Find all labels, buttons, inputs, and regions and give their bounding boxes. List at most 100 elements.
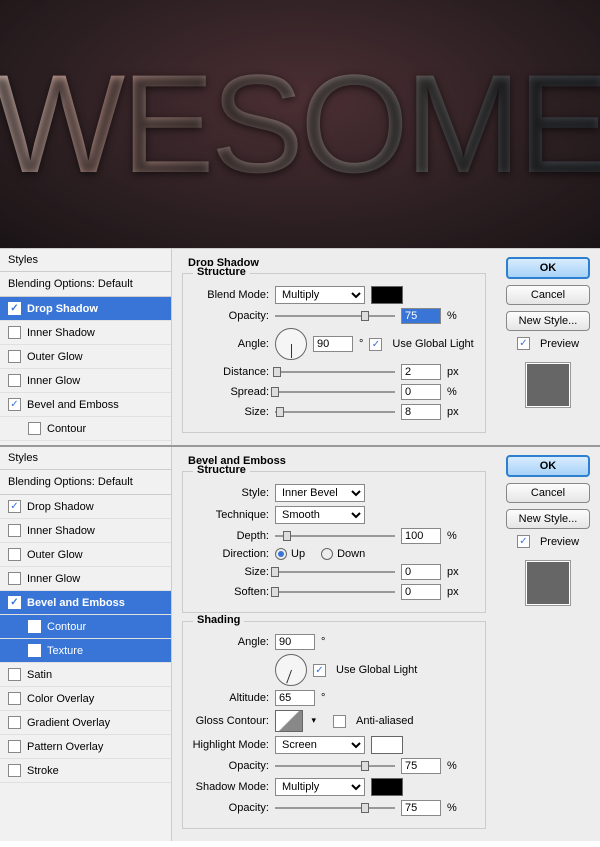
style-item-outer-glow[interactable]: Outer Glow bbox=[0, 543, 171, 567]
style-item-bevel-and-emboss[interactable]: Bevel and Emboss bbox=[0, 393, 171, 417]
highlight-color-swatch[interactable] bbox=[371, 736, 403, 754]
preview-checkbox[interactable]: Preview bbox=[517, 337, 579, 350]
style-item-label: Stroke bbox=[27, 765, 59, 777]
shadow-opacity-input[interactable] bbox=[401, 800, 441, 816]
opacity-slider[interactable] bbox=[275, 315, 395, 317]
use-global-light[interactable]: Use Global Light bbox=[369, 338, 473, 351]
depth-slider[interactable] bbox=[275, 535, 395, 537]
styles-list: Styles Blending Options: Default Drop Sh… bbox=[0, 447, 172, 841]
style-item-texture[interactable]: Texture bbox=[0, 639, 171, 663]
gloss-contour-picker[interactable] bbox=[275, 710, 303, 732]
checkbox-icon[interactable] bbox=[8, 398, 21, 411]
bevel-size-slider[interactable] bbox=[275, 571, 395, 573]
angle-input[interactable] bbox=[313, 336, 353, 352]
ok-button[interactable]: OK bbox=[506, 455, 590, 477]
checkbox-icon[interactable] bbox=[8, 374, 21, 387]
checkbox-icon[interactable] bbox=[28, 644, 41, 657]
size-input[interactable] bbox=[401, 404, 441, 420]
checkbox-icon[interactable] bbox=[8, 302, 21, 315]
style-item-stroke[interactable]: Stroke bbox=[0, 759, 171, 783]
shadow-color-swatch[interactable] bbox=[371, 286, 403, 304]
angle-dial[interactable] bbox=[275, 328, 307, 360]
shadow-mode-select[interactable]: Multiply bbox=[275, 778, 365, 796]
style-item-color-overlay[interactable]: Color Overlay bbox=[0, 687, 171, 711]
structure-fieldset: Structure Blend Mode: Multiply Opacity: … bbox=[182, 273, 486, 433]
technique-select[interactable]: Smooth bbox=[275, 506, 365, 524]
highlight-mode-select[interactable]: Screen bbox=[275, 736, 365, 754]
style-item-inner-shadow[interactable]: Inner Shadow bbox=[0, 321, 171, 345]
soften-slider[interactable] bbox=[275, 591, 395, 593]
shadow-color-swatch[interactable] bbox=[371, 778, 403, 796]
checkbox-icon[interactable] bbox=[28, 422, 41, 435]
checkbox-icon[interactable] bbox=[8, 350, 21, 363]
shadow-opacity-slider[interactable] bbox=[275, 807, 395, 809]
new-style-button[interactable]: New Style... bbox=[506, 509, 590, 529]
styles-header[interactable]: Styles bbox=[0, 249, 171, 272]
checkbox-icon[interactable] bbox=[8, 596, 21, 609]
checkbox-icon[interactable] bbox=[8, 716, 21, 729]
checkbox-icon[interactable] bbox=[8, 740, 21, 753]
distance-input[interactable] bbox=[401, 364, 441, 380]
style-item-bevel-and-emboss[interactable]: Bevel and Emboss bbox=[0, 591, 171, 615]
style-item-gradient-overlay[interactable]: Gradient Overlay bbox=[0, 711, 171, 735]
direction-up[interactable]: Up bbox=[275, 548, 305, 560]
checkbox-icon[interactable] bbox=[8, 692, 21, 705]
cancel-button[interactable]: Cancel bbox=[506, 285, 590, 305]
style-item-inner-glow[interactable]: Inner Glow bbox=[0, 369, 171, 393]
styles-header[interactable]: Styles bbox=[0, 447, 171, 470]
direction-down[interactable]: Down bbox=[321, 548, 365, 560]
cancel-button[interactable]: Cancel bbox=[506, 483, 590, 503]
spread-slider[interactable] bbox=[275, 391, 395, 393]
checkbox-icon[interactable] bbox=[8, 326, 21, 339]
spread-input[interactable] bbox=[401, 384, 441, 400]
new-style-button[interactable]: New Style... bbox=[506, 311, 590, 331]
depth-input[interactable] bbox=[401, 528, 441, 544]
style-item-label: Inner Shadow bbox=[27, 525, 95, 537]
style-item-drop-shadow[interactable]: Drop Shadow bbox=[0, 495, 171, 519]
style-item-outer-glow[interactable]: Outer Glow bbox=[0, 345, 171, 369]
style-select[interactable]: Inner Bevel bbox=[275, 484, 365, 502]
altitude-input[interactable] bbox=[275, 690, 315, 706]
settings-area: Bevel and Emboss Structure Style: Inner … bbox=[172, 447, 496, 841]
hero-preview: WESOME bbox=[0, 0, 600, 248]
highlight-opacity-slider[interactable] bbox=[275, 765, 395, 767]
hero-text: WESOME bbox=[0, 43, 600, 205]
distance-slider[interactable] bbox=[275, 371, 395, 373]
shading-angle-input[interactable] bbox=[275, 634, 315, 650]
style-item-contour[interactable]: Contour bbox=[0, 417, 171, 441]
layer-style-panel-1: Styles Blending Options: Default Drop Sh… bbox=[0, 248, 600, 445]
anti-aliased[interactable]: Anti-aliased bbox=[333, 715, 413, 728]
style-item-pattern-overlay[interactable]: Pattern Overlay bbox=[0, 735, 171, 759]
soften-input[interactable] bbox=[401, 584, 441, 600]
style-item-inner-shadow[interactable]: Inner Shadow bbox=[0, 519, 171, 543]
size-slider[interactable] bbox=[275, 411, 395, 413]
style-item-label: Inner Glow bbox=[27, 573, 80, 585]
checkbox-icon[interactable] bbox=[8, 572, 21, 585]
style-item-label: Bevel and Emboss bbox=[27, 597, 125, 609]
opacity-input[interactable] bbox=[401, 308, 441, 324]
style-item-drop-shadow[interactable]: Drop Shadow bbox=[0, 297, 171, 321]
style-item-inner-glow[interactable]: Inner Glow bbox=[0, 567, 171, 591]
bevel-size-input[interactable] bbox=[401, 564, 441, 580]
checkbox-icon[interactable] bbox=[8, 764, 21, 777]
blendmode-label: Blend Mode: bbox=[189, 289, 269, 301]
blending-options[interactable]: Blending Options: Default bbox=[0, 272, 171, 297]
shading-angle-dial[interactable] bbox=[275, 654, 307, 686]
blending-options[interactable]: Blending Options: Default bbox=[0, 470, 171, 495]
checkbox-icon[interactable] bbox=[8, 500, 21, 513]
styles-list: Styles Blending Options: Default Drop Sh… bbox=[0, 249, 172, 445]
preview-checkbox[interactable]: Preview bbox=[517, 535, 579, 548]
shading-use-global[interactable]: Use Global Light bbox=[313, 664, 417, 677]
style-item-label: Drop Shadow bbox=[27, 303, 98, 315]
opacity-unit: % bbox=[447, 310, 457, 322]
highlight-opacity-input[interactable] bbox=[401, 758, 441, 774]
checkbox-icon[interactable] bbox=[8, 668, 21, 681]
checkbox-icon[interactable] bbox=[28, 620, 41, 633]
style-item-label: Inner Glow bbox=[27, 375, 80, 387]
style-item-satin[interactable]: Satin bbox=[0, 663, 171, 687]
blendmode-select[interactable]: Multiply bbox=[275, 286, 365, 304]
style-item-contour[interactable]: Contour bbox=[0, 615, 171, 639]
ok-button[interactable]: OK bbox=[506, 257, 590, 279]
checkbox-icon[interactable] bbox=[8, 524, 21, 537]
checkbox-icon[interactable] bbox=[8, 548, 21, 561]
